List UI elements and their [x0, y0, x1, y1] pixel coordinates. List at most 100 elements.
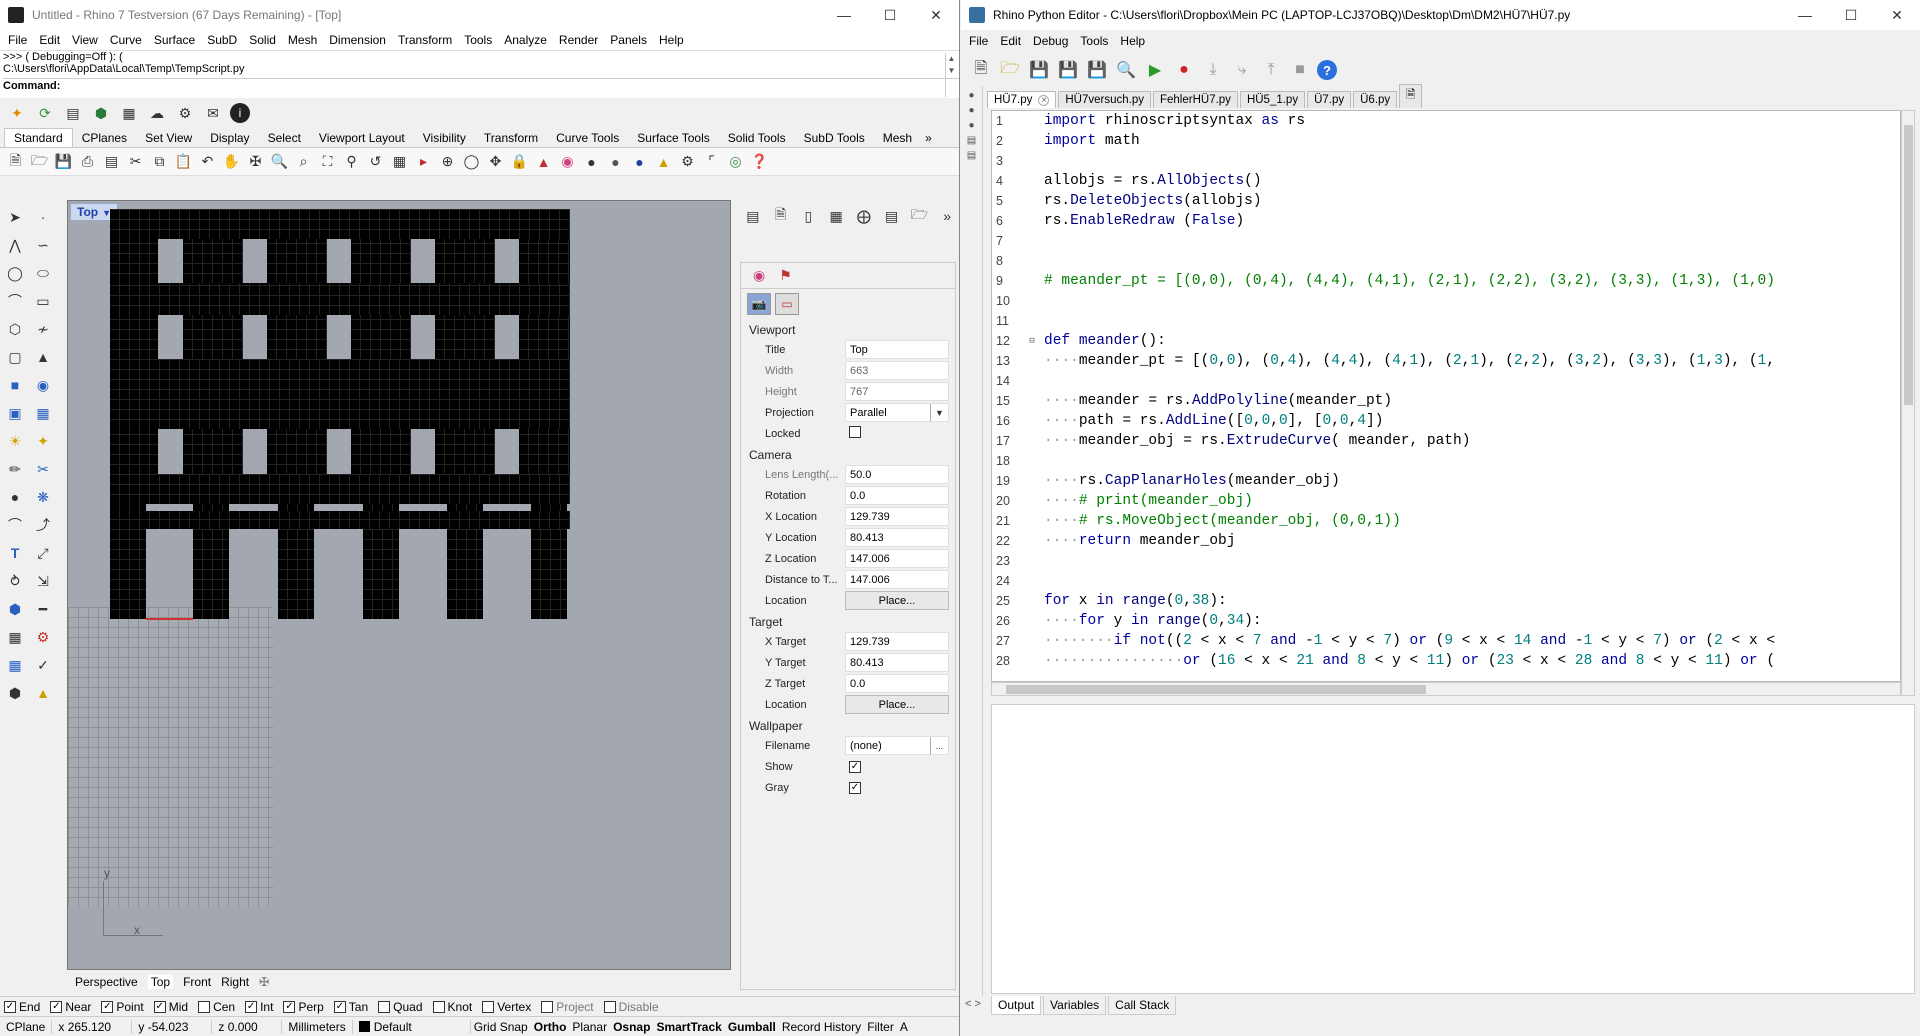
explode-icon[interactable]: ❋ — [30, 484, 56, 510]
spotlight-icon[interactable]: ✦ — [30, 428, 56, 454]
info-icon[interactable]: i — [230, 103, 250, 123]
cplane-icon[interactable]: ◯ — [460, 151, 483, 173]
zoom-extents-icon[interactable]: ⛶ — [316, 151, 339, 173]
menu-item[interactable]: Edit — [33, 33, 66, 47]
osnap-project[interactable]: Project — [541, 1000, 594, 1014]
step-into-icon[interactable]: ⤓ — [1201, 58, 1225, 82]
save-as-icon[interactable]: 💾 — [1056, 58, 1080, 82]
mail-icon[interactable]: ✉ — [202, 102, 224, 124]
file-tab[interactable]: FehlerHÜ7.py — [1152, 91, 1238, 108]
rhino-logo-icon[interactable]: ✦ — [6, 102, 28, 124]
car-icon[interactable]: ▸ — [412, 151, 435, 173]
osnap-vertex[interactable]: Vertex — [482, 1000, 531, 1014]
toolbar-tab[interactable]: Set View — [136, 129, 201, 147]
pane-nav-arrows[interactable]: < > — [961, 998, 981, 1010]
paint-icon[interactable]: ▲ — [30, 680, 56, 706]
light-icon[interactable]: ▲ — [652, 151, 675, 173]
breakpoint-icon[interactable]: ● — [1172, 58, 1196, 82]
open-folder-icon[interactable]: 🗁 — [28, 151, 51, 173]
move-icon[interactable]: ✥ — [484, 151, 507, 173]
end-checkbox[interactable]: ✓ — [4, 1000, 16, 1013]
layer-status[interactable]: Default — [353, 1019, 471, 1034]
pan-icon[interactable]: ✋ — [220, 151, 243, 173]
step-out-icon[interactable]: ⤒ — [1259, 58, 1283, 82]
knot-checkbox[interactable] — [432, 1000, 445, 1013]
zoom-icon[interactable]: 🔍 — [268, 151, 291, 173]
locked-checkbox[interactable] — [849, 426, 861, 438]
surface-icon[interactable]: ▢ — [2, 344, 28, 370]
quad-checkbox[interactable] — [378, 1000, 391, 1013]
stop-icon[interactable]: ■ — [1288, 58, 1312, 82]
perp-checkbox[interactable]: ✓ — [283, 1000, 296, 1013]
osnap-tan[interactable]: ✓ Tan — [333, 1000, 368, 1014]
pattern-icon[interactable]: ▦ — [118, 102, 140, 124]
split-icon[interactable]: ✂ — [30, 456, 56, 482]
menu-item[interactable]: File — [2, 33, 33, 47]
z-target-field[interactable]: 0.0 — [845, 674, 949, 693]
toggle-filter[interactable]: Filter — [864, 1020, 897, 1034]
cube-icon[interactable]: ⬢ — [90, 102, 112, 124]
render-tool-icon[interactable]: ⬢ — [2, 680, 28, 706]
toolbar-tab[interactable]: Solid Tools — [719, 129, 795, 147]
layout-icon[interactable]: ▤ — [880, 204, 904, 228]
tab-right[interactable]: Right — [221, 975, 249, 989]
paste-icon[interactable]: 📋 — [172, 151, 195, 173]
text-icon[interactable]: T — [2, 540, 28, 566]
y-target-field[interactable]: 80.413 — [845, 653, 949, 672]
osnap-point[interactable]: ✓ Point — [101, 1000, 144, 1014]
osnap-perp[interactable]: ✓ Perp — [283, 1000, 324, 1014]
lens-length-field[interactable]: 50.0 — [845, 465, 949, 484]
cen-checkbox[interactable] — [198, 1000, 211, 1013]
align-icon[interactable]: ⚙ — [30, 624, 56, 650]
lock-icon[interactable]: 🔒 — [508, 151, 531, 173]
solid-tool-icon[interactable]: ⬢ — [2, 596, 28, 622]
status-overflow[interactable]: A — [897, 1020, 911, 1034]
code-vertical-scrollbar[interactable] — [1901, 110, 1915, 696]
close-button[interactable]: ✕ — [1874, 0, 1920, 30]
osnap-near[interactable]: ✓ Near — [50, 1000, 91, 1014]
toolbar-tab[interactable]: Display — [201, 129, 258, 147]
cplane-status[interactable]: CPlane — [0, 1019, 53, 1034]
toggle-grid-snap[interactable]: Grid Snap — [471, 1020, 531, 1034]
file-tab[interactable]: HÜ7versuch.py — [1058, 91, 1151, 108]
settings-icon[interactable]: ⚙ — [676, 151, 699, 173]
python-module-icon[interactable]: ● — [968, 90, 974, 101]
toolbar-tab[interactable]: Viewport Layout — [310, 129, 414, 147]
refresh-icon[interactable]: ⟳ — [34, 102, 56, 124]
file-tab[interactable]: HÜ7.py × — [987, 91, 1057, 108]
page-icon[interactable]: 🗎 — [769, 204, 793, 228]
color-wheel-icon[interactable]: ◉ — [556, 151, 579, 173]
toggle-planar[interactable]: Planar — [569, 1020, 610, 1034]
circle-icon[interactable]: ◯ — [2, 260, 28, 286]
copy-icon[interactable]: ⧉ — [148, 151, 171, 173]
menu-item[interactable]: Help — [1114, 34, 1151, 48]
menu-item[interactable]: Panels — [604, 33, 653, 47]
material-sphere-icon[interactable]: ● — [628, 151, 651, 173]
camera-icon[interactable]: 📷 — [747, 293, 771, 315]
check-icon[interactable]: ✓ — [30, 652, 56, 678]
trim-icon[interactable]: ✏ — [2, 456, 28, 482]
maximize-button[interactable]: ☐ — [1828, 0, 1874, 30]
menu-item[interactable]: Surface — [148, 33, 201, 47]
cylinder-icon[interactable]: ▣ — [2, 400, 28, 426]
material-tab-icon[interactable]: ⚑ — [779, 267, 792, 284]
camera-place-button[interactable]: Place... — [845, 591, 949, 610]
search-icon[interactable]: 🔍 — [1114, 58, 1138, 82]
join-icon[interactable]: ● — [2, 484, 28, 510]
scroll-thumb[interactable] — [1904, 125, 1913, 405]
minimize-button[interactable]: — — [821, 0, 867, 30]
menu-item[interactable]: Analyze — [498, 33, 553, 47]
fold-toggle-icon[interactable]: ⊟ — [1026, 331, 1038, 351]
color-wheel-tab-icon[interactable]: ◉ — [753, 267, 765, 284]
scroll-thumb[interactable] — [1006, 685, 1426, 694]
more-tabs-icon[interactable]: » — [921, 129, 936, 147]
osnap-disable[interactable]: Disable — [603, 1000, 659, 1014]
cloud-icon[interactable]: ☁ — [146, 102, 168, 124]
undo-icon[interactable]: ↶ — [196, 151, 219, 173]
near-checkbox[interactable]: ✓ — [50, 1000, 63, 1013]
cut-icon[interactable]: ✂ — [124, 151, 147, 173]
osnap-end[interactable]: ✓ End — [4, 1000, 40, 1014]
help-icon[interactable]: ? — [1317, 60, 1337, 80]
menu-item[interactable]: Dimension — [323, 33, 392, 47]
command-prompt[interactable]: Command: — [3, 78, 959, 92]
